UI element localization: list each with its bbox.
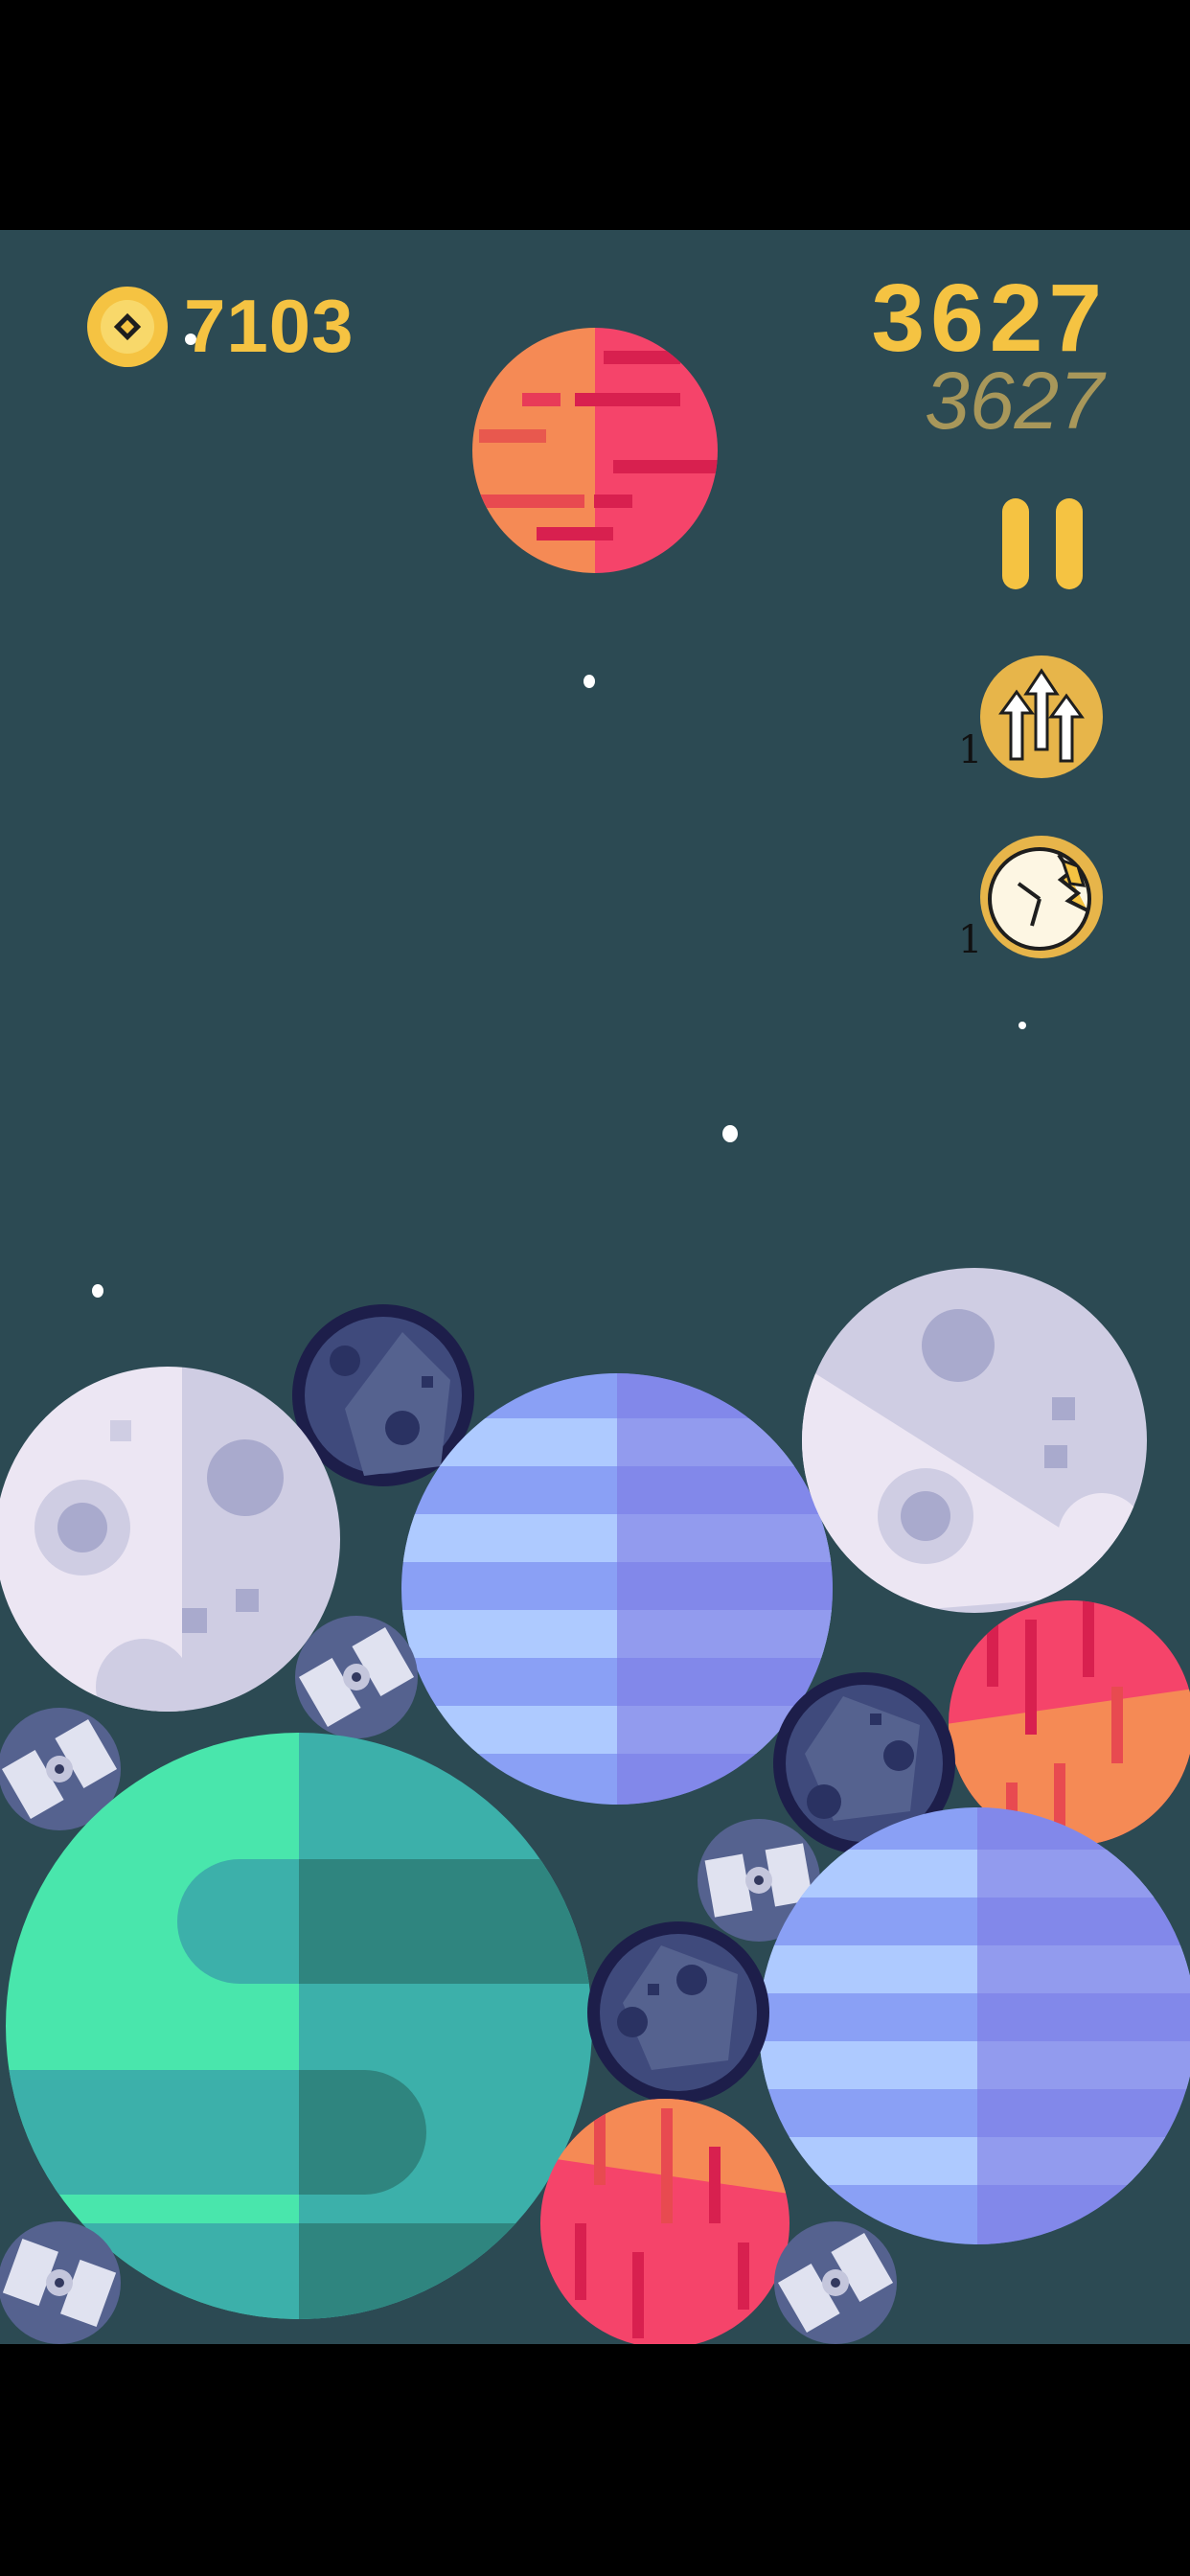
red-orange-planet — [540, 2099, 790, 2344]
satellite — [295, 1616, 418, 1738]
game-board[interactable]: 7103 3627 3627 1 1 — [0, 230, 1190, 2344]
moon — [0, 1367, 340, 1712]
satellite — [774, 2221, 897, 2344]
blue-striped-planet — [759, 1807, 1190, 2244]
next-planet — [472, 328, 718, 573]
moon — [802, 1268, 1147, 1613]
dark-asteroid — [587, 1921, 769, 2104]
satellite — [0, 2221, 121, 2344]
